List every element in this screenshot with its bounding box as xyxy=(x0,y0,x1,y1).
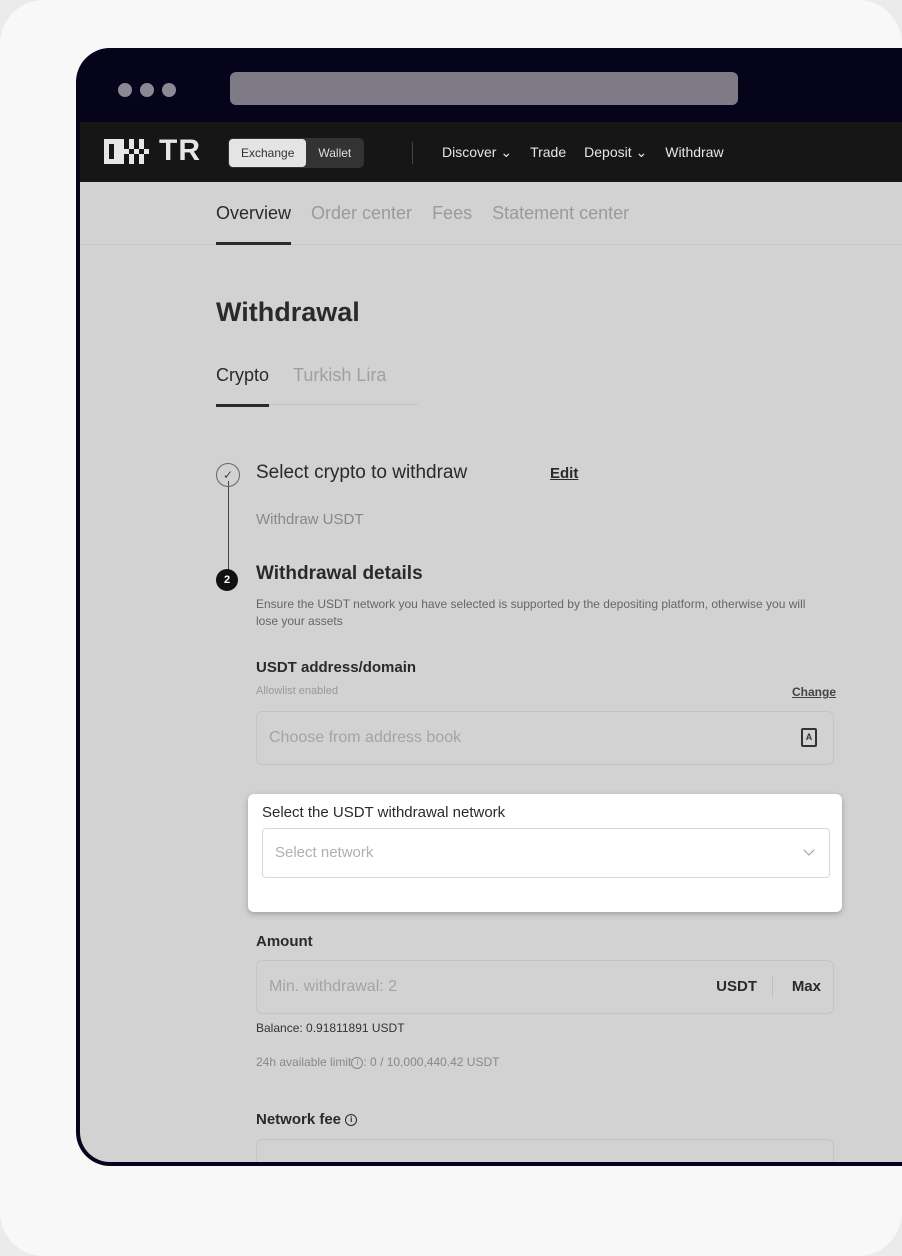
nav-divider xyxy=(412,142,413,164)
subnav-order-center[interactable]: Order center xyxy=(311,203,412,224)
amount-unit: USDT xyxy=(716,978,757,995)
network-highlight: Select the USDT withdrawal network Selec… xyxy=(248,794,842,912)
address-bar[interactable] xyxy=(230,72,738,105)
address-placeholder: Choose from address book xyxy=(269,729,462,746)
step2-number-icon: 2 xyxy=(216,569,238,591)
network-fee-label: Network fee i xyxy=(256,1111,358,1128)
toggle-wallet[interactable]: Wallet xyxy=(306,139,363,167)
nav-deposit[interactable]: Deposit ⌄ xyxy=(584,144,647,161)
subnav-fees[interactable]: Fees xyxy=(432,203,472,224)
allowlist-hint: Allowlist enabled xyxy=(256,685,338,697)
sub-navigation: Overview Order center Fees Statement cen… xyxy=(80,182,902,245)
step2-title: Withdrawal details xyxy=(256,563,423,584)
address-label: USDT address/domain xyxy=(256,659,417,676)
check-circle-icon: ✓ xyxy=(216,463,240,487)
balance-text: Balance: 0.91811891 USDT xyxy=(256,1021,405,1035)
okx-logo-icon xyxy=(104,138,149,164)
suffix-divider xyxy=(772,977,773,997)
limit-text: 24h available limit i: 0 / 10,000,440.42 … xyxy=(256,1055,499,1069)
browser-chrome xyxy=(76,48,902,122)
chevron-down-icon xyxy=(803,844,815,856)
browser-window: TR Exchange Wallet Discover ⌄ Trade Depo… xyxy=(76,48,902,1166)
tab-crypto[interactable]: Crypto xyxy=(216,365,270,407)
step1-subtitle: Withdraw USDT xyxy=(256,511,364,528)
network-fee-text: Network fee xyxy=(256,1111,342,1128)
limit-value: : 0 / 10,000,440.42 USDT xyxy=(363,1055,500,1069)
amount-placeholder: Min. withdrawal: 2 xyxy=(269,978,398,995)
nav-discover[interactable]: Discover ⌄ xyxy=(442,144,512,161)
top-navigation: TR Exchange Wallet Discover ⌄ Trade Depo… xyxy=(80,122,902,182)
fee-unit: USDT xyxy=(780,1154,821,1162)
background-card: TR Exchange Wallet Discover ⌄ Trade Depo… xyxy=(0,0,902,1256)
nav-trade[interactable]: Trade xyxy=(530,144,566,160)
change-link[interactable]: Change xyxy=(792,685,836,699)
toggle-exchange[interactable]: Exchange xyxy=(229,139,307,167)
window-dot[interactable] xyxy=(162,83,176,97)
network-label: Select the USDT withdrawal network xyxy=(262,804,506,821)
network-placeholder: Select network xyxy=(275,844,374,861)
network-select[interactable]: Select network xyxy=(262,828,830,878)
tab-turkish-lira[interactable]: Turkish Lira xyxy=(293,365,386,404)
window-dot[interactable] xyxy=(118,83,132,97)
network-fee-field: USDT xyxy=(256,1139,834,1162)
max-button[interactable]: Max xyxy=(792,961,821,1013)
page-viewport: TR Exchange Wallet Discover ⌄ Trade Depo… xyxy=(80,122,902,1162)
withdraw-tabs: Crypto Turkish Lira xyxy=(216,365,418,407)
subnav-overview[interactable]: Overview xyxy=(216,203,292,245)
logo-text: TR xyxy=(159,134,201,167)
window-dot[interactable] xyxy=(140,83,154,97)
logo[interactable]: TR xyxy=(104,134,201,167)
step-connector xyxy=(228,481,229,579)
address-input[interactable]: Choose from address book A xyxy=(256,711,834,765)
limit-label: 24h available limit xyxy=(256,1055,352,1069)
info-icon[interactable]: i xyxy=(351,1056,364,1069)
amount-label: Amount xyxy=(256,933,313,950)
edit-link[interactable]: Edit xyxy=(550,465,578,482)
page-title: Withdrawal xyxy=(216,297,360,327)
info-icon[interactable]: i xyxy=(345,1114,358,1127)
main-nav: Discover ⌄ Trade Deposit ⌄ Withdraw xyxy=(442,122,724,182)
step1-title: Select crypto to withdraw xyxy=(256,462,468,483)
step2-warning: Ensure the USDT network you have selecte… xyxy=(256,597,806,628)
address-book-icon[interactable]: A xyxy=(801,728,817,747)
amount-input[interactable]: Min. withdrawal: 2 USDT Max xyxy=(256,960,834,1014)
nav-withdraw[interactable]: Withdraw xyxy=(665,144,723,160)
exchange-wallet-toggle: Exchange Wallet xyxy=(228,138,365,168)
subnav-statement-center[interactable]: Statement center xyxy=(492,203,629,224)
